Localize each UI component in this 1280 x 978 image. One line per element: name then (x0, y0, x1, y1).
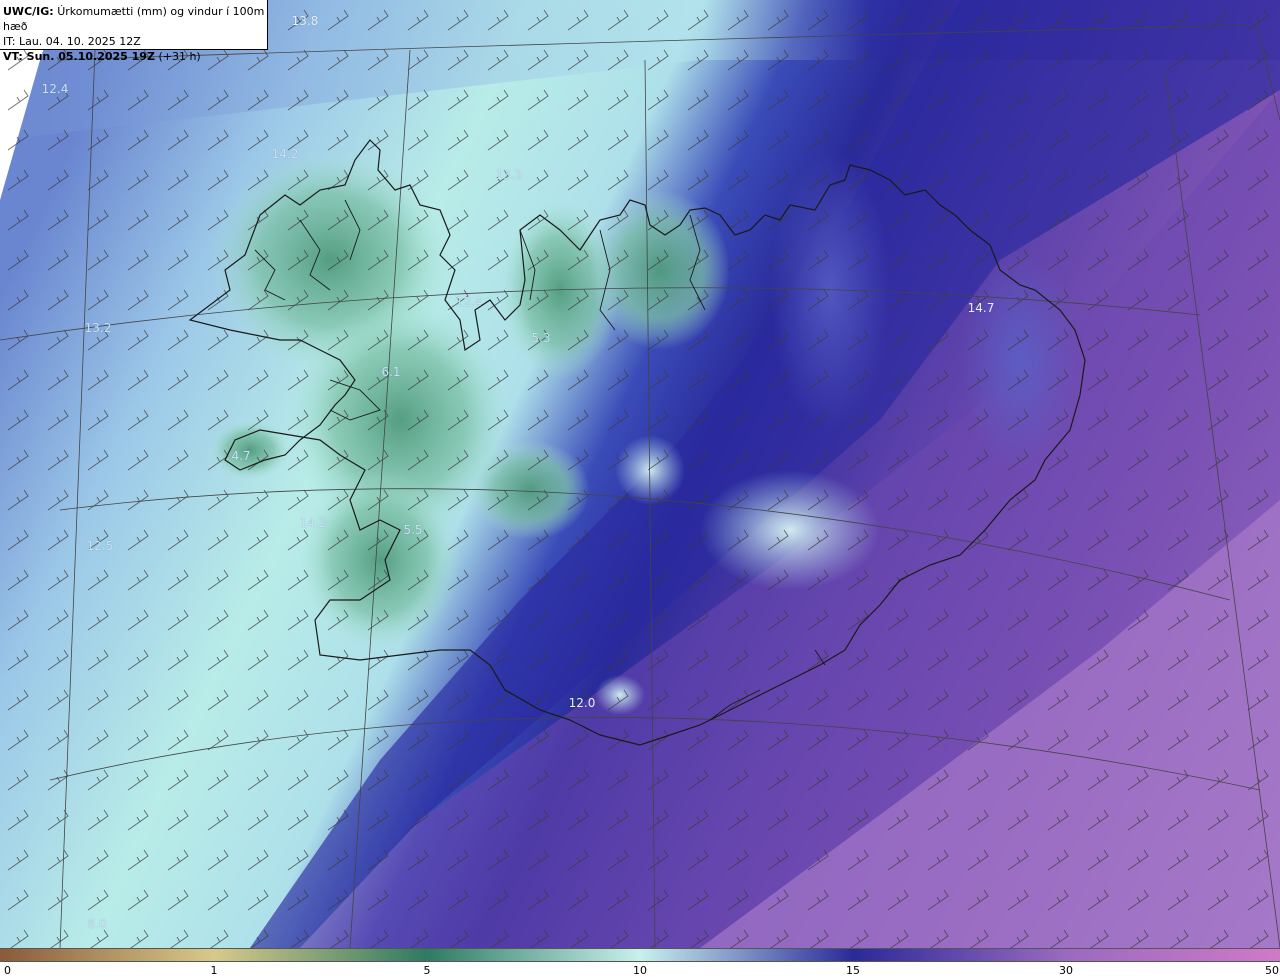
valid-time-line: VT: Sun. 05.10.2025 19Z (+31 h) (3, 49, 267, 64)
map-value-label: 14.7 (967, 301, 995, 315)
colorbar-tick: 15 (846, 964, 860, 977)
wind-barbs (0, 0, 1280, 948)
map-value-label: 12.4 (455, 295, 483, 309)
map-value-label: 8.0 (87, 917, 107, 931)
colorbar-ticks: 0 1 5 10 15 30 50 (0, 962, 1280, 978)
map-value-label: 14.2 (299, 516, 327, 530)
map-value-label: 12.0 (568, 696, 596, 710)
map-value-label: 14.2 (271, 147, 299, 161)
colorbar-tick: 50 (1265, 964, 1279, 977)
title-line: UWC/IG: Úrkomumætti (mm) og vindur í 100… (3, 4, 267, 34)
issue-time: IT: Lau. 04. 10. 2025 12Z (3, 35, 141, 48)
map-value-label: 12.5 (86, 539, 114, 553)
map-title-box: UWC/IG: Úrkomumætti (mm) og vindur í 100… (0, 0, 268, 63)
lead-time: (+31 h) (158, 50, 201, 63)
map-value-label: 6.1 (381, 365, 401, 379)
colorbar-tick: 1 (210, 964, 218, 977)
colorbar-tick: 0 (4, 964, 11, 977)
colorbar-tick: 5 (423, 964, 431, 977)
map-figure: 13.8 12.4 14.2 13.3 12.4 13.2 14.2 12.5 … (0, 0, 1280, 978)
valid-time: VT: Sun. 05.10.2025 19Z (3, 50, 155, 63)
map-value-label: 13.8 (291, 14, 319, 28)
colorbar-tick: 30 (1059, 964, 1073, 977)
map-value-label: 13.3 (495, 168, 523, 182)
colorbar-tick: 10 (633, 964, 647, 977)
product-code: UWC/IG: (3, 5, 54, 18)
map-value-label: 13.2 (84, 321, 112, 335)
map-value-label: 5.3 (531, 331, 551, 345)
map-value-label: 12.4 (41, 82, 69, 96)
map-value-label: 5.5 (403, 523, 423, 537)
precipitation-map (0, 0, 1280, 948)
map-value-label: 4.7 (231, 449, 251, 463)
colorbar (0, 948, 1280, 962)
